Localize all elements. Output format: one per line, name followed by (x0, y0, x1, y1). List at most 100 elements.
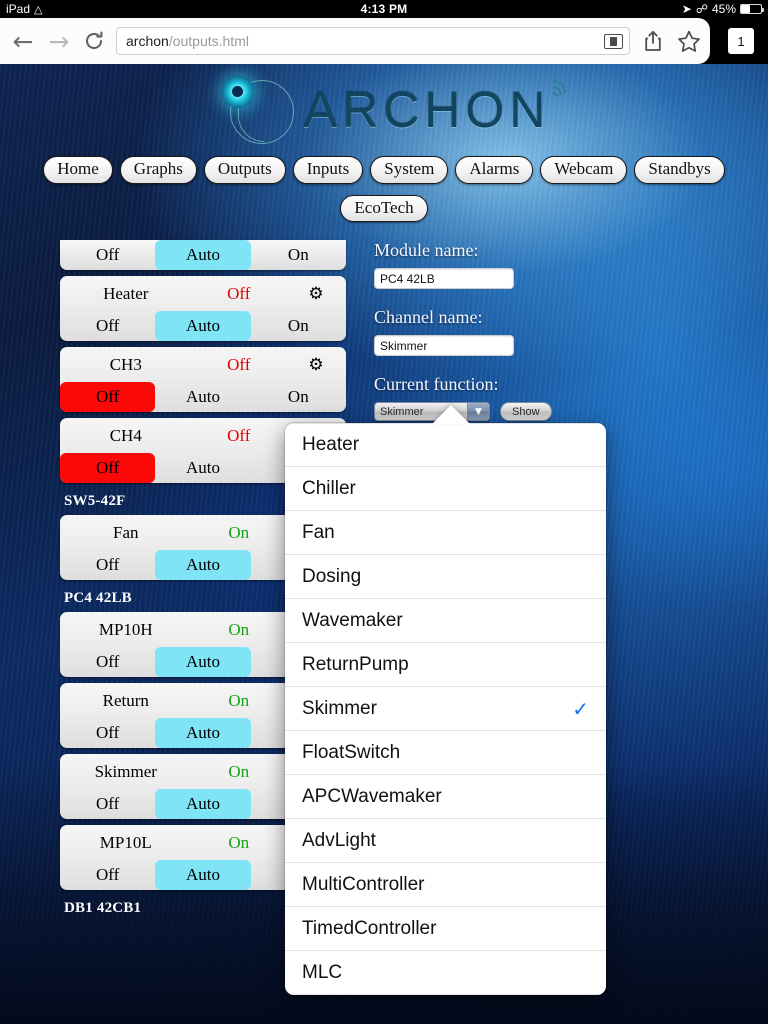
function-option[interactable]: MultiController (285, 863, 606, 907)
mode-button-off[interactable]: Off (60, 382, 156, 413)
function-option[interactable]: AdvLight (285, 819, 606, 863)
chevron-down-icon[interactable]: ▼ (467, 403, 489, 421)
url-path: /outputs.html (168, 33, 249, 49)
nav-item-standbys[interactable]: Standbys (634, 156, 725, 184)
main-navigation: Home Graphs Outputs Inputs System Alarms… (0, 156, 768, 184)
channel-name-input[interactable]: Skimmer (374, 335, 514, 357)
output-channel-state: On (228, 690, 250, 710)
gear-icon[interactable]: ⚙ (286, 355, 346, 375)
nav-item-inputs[interactable]: Inputs (292, 156, 364, 184)
function-option[interactable]: Dosing (285, 555, 606, 599)
function-option-label: Skimmer (302, 697, 377, 719)
function-option-label: Heater (302, 434, 360, 455)
nav-item-graphs[interactable]: Graphs (119, 156, 197, 184)
function-option[interactable]: Skimmer ✓ (285, 687, 606, 731)
logo-wordmark: ARCHON (303, 82, 551, 138)
module-name-input[interactable]: PC4 42LB (374, 268, 514, 290)
back-arrow-icon[interactable]: ← (10, 28, 36, 54)
function-option-label: Fan (302, 521, 335, 543)
function-option[interactable]: Wavemaker (285, 599, 606, 643)
output-mode-buttons: OffAutoOn (60, 311, 346, 342)
site-logo[interactable]: ARCHON (214, 72, 572, 148)
nav-item-ecotech[interactable]: EcoTech (340, 194, 428, 223)
mode-button-auto[interactable]: Auto (155, 647, 251, 678)
battery-percent: 45% (711, 2, 736, 16)
function-option[interactable]: Heater (285, 423, 606, 467)
mode-button-off[interactable]: Off (60, 240, 155, 270)
mode-button-off[interactable]: Off (60, 789, 155, 819)
output-mode-buttons: OffAutoOn (60, 240, 346, 271)
mode-button-auto[interactable]: Auto (155, 860, 251, 891)
tab-count-button[interactable]: 1 (728, 28, 754, 54)
mode-button-auto[interactable]: Auto (155, 382, 250, 412)
address-bar[interactable]: archon /outputs.html (116, 27, 630, 55)
function-option-label: MLC (302, 961, 343, 983)
output-channel-name: MP10L (99, 832, 152, 852)
output-channel-state: Off (227, 425, 251, 445)
mode-button-off[interactable]: Off (60, 550, 155, 580)
mode-button-on[interactable]: On (251, 382, 346, 412)
mode-button-off[interactable]: Off (60, 860, 155, 890)
mode-button-off[interactable]: Off (60, 311, 155, 341)
mode-button-auto[interactable]: Auto (155, 240, 251, 271)
location-arrow-icon: ➤ (681, 2, 692, 16)
mode-button-auto[interactable]: Auto (155, 789, 251, 820)
current-function-label: Current function: (374, 374, 499, 395)
function-option-label: TimedController (302, 917, 437, 939)
star-bookmark-icon[interactable] (676, 28, 702, 54)
mode-button-auto[interactable]: Auto (155, 550, 251, 581)
forward-arrow-icon[interactable]: → (46, 28, 72, 54)
bluetooth-icon: ☍ (695, 2, 708, 16)
mode-button-off[interactable]: Off (60, 647, 155, 677)
output-channel-name: Fan (113, 522, 139, 542)
function-option[interactable]: APCWavemaker (285, 775, 606, 819)
mode-button-off[interactable]: Off (60, 453, 156, 484)
mode-button-auto[interactable]: Auto (155, 718, 251, 749)
mode-button-off[interactable]: Off (60, 718, 155, 748)
output-channel-state: On (228, 832, 250, 852)
mode-button-on[interactable]: On (251, 311, 346, 341)
output-channel-name: CH3 (109, 354, 142, 374)
secondary-navigation: EcoTech (0, 194, 768, 223)
output-channel-card: CH3 Off ⚙ Off Auto On (60, 347, 346, 413)
function-option[interactable]: FloatSwitch (285, 731, 606, 775)
output-mode-buttons: OffAutoOn (60, 382, 346, 413)
gear-icon[interactable]: ⚙ (286, 284, 346, 304)
function-option[interactable]: ReturnPump (285, 643, 606, 687)
archon-swirl-icon (214, 72, 300, 148)
ios-status-bar: iPad △ 4:13 PM ➤ ☍ 45% (0, 0, 768, 18)
checkmark-icon: ✓ (572, 696, 589, 721)
nav-item-webcam[interactable]: Webcam (540, 156, 628, 184)
mode-button-auto[interactable]: Auto (155, 311, 251, 342)
function-option-label: FloatSwitch (302, 741, 401, 763)
output-channel-header: CH3 Off ⚙ (60, 347, 346, 382)
function-option[interactable]: MLC (285, 951, 606, 995)
popover-arrow (432, 405, 470, 424)
output-channel-card: Off Auto On (60, 240, 346, 271)
reload-icon[interactable] (82, 29, 106, 53)
output-channel-state: On (228, 619, 250, 639)
function-option[interactable]: TimedController (285, 907, 606, 951)
show-button[interactable]: Show (500, 402, 552, 422)
nav-item-system[interactable]: System (370, 156, 449, 184)
output-channel-name: Heater (103, 283, 149, 303)
output-channel-card: Heater Off ⚙ Off Auto On (60, 276, 346, 342)
nav-item-home[interactable]: Home (43, 156, 113, 184)
nav-item-alarms[interactable]: Alarms (455, 156, 534, 184)
function-options-popover: Heater Chiller Fan Dosing Wavemaker ReturnPum… (285, 423, 606, 995)
function-option-label: Wavemaker (302, 609, 403, 631)
output-channel-header: Heater Off ⚙ (60, 276, 346, 311)
function-option-label: ReturnPump (302, 653, 409, 675)
mode-button-auto[interactable]: Auto (155, 453, 250, 483)
status-bar-right: ➤ ☍ 45% (681, 2, 764, 16)
mode-button-on[interactable]: On (251, 240, 346, 270)
function-option[interactable]: Chiller (285, 467, 606, 511)
nav-item-outputs[interactable]: Outputs (203, 156, 286, 184)
module-name-label: Module name: (374, 240, 479, 261)
reader-view-icon[interactable] (604, 33, 623, 49)
function-option[interactable]: Fan (285, 511, 606, 555)
output-channel-state: On (228, 761, 250, 781)
function-option-label: Chiller (302, 477, 356, 499)
function-option-label: APCWavemaker (302, 785, 442, 807)
share-icon[interactable] (640, 28, 666, 54)
